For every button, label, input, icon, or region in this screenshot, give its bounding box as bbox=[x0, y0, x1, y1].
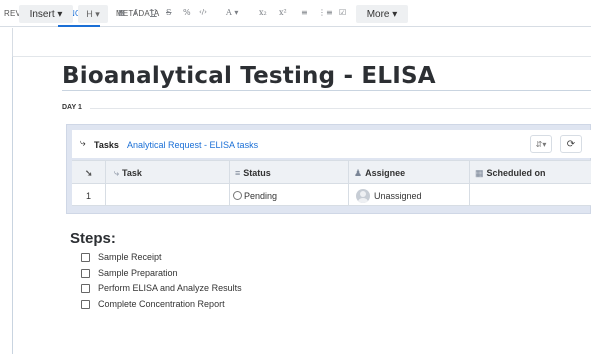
strikethrough-button[interactable]: S bbox=[166, 8, 171, 17]
checklist-item[interactable]: Sample Receipt bbox=[81, 252, 162, 262]
checklist-item[interactable]: Complete Concentration Report bbox=[81, 299, 225, 309]
calendar-icon: ▦ bbox=[475, 168, 484, 178]
checkbox[interactable] bbox=[81, 283, 90, 293]
task-link-icon: ⤷ bbox=[114, 168, 120, 178]
column-divider bbox=[348, 160, 349, 206]
insert-dropdown-button[interactable]: Insert ▾ bbox=[19, 5, 73, 23]
superscript-button[interactable]: x² bbox=[279, 8, 287, 17]
list-icon: ≡ bbox=[235, 168, 241, 178]
italic-button[interactable]: I bbox=[134, 8, 137, 17]
bold-button[interactable]: B bbox=[118, 8, 125, 18]
select-all-arrow-icon[interactable]: ➘ bbox=[85, 168, 93, 179]
checkbox[interactable] bbox=[81, 299, 90, 309]
section-label: DAY 1 bbox=[62, 104, 82, 111]
tasks-label: Tasks bbox=[94, 140, 119, 150]
checkbox[interactable] bbox=[81, 252, 90, 262]
assignee-cell[interactable]: Unassigned bbox=[374, 191, 422, 201]
editor-toolbar bbox=[12, 28, 591, 56]
avatar bbox=[356, 189, 370, 203]
column-header-task[interactable]: ⤷ Task bbox=[114, 168, 142, 179]
column-header-status[interactable]: ≡ Status bbox=[235, 168, 271, 178]
sort-options-button[interactable]: ⇵▾ bbox=[530, 135, 552, 153]
column-divider bbox=[229, 160, 230, 206]
subscript-button[interactable]: x₂ bbox=[259, 8, 267, 17]
numbered-list-icon[interactable]: ⋮≡ bbox=[318, 8, 333, 17]
code-icon[interactable]: ‹/› bbox=[199, 8, 207, 16]
row-index: 1 bbox=[86, 191, 92, 201]
active-tab-indicator bbox=[58, 25, 100, 27]
bullet-list-icon[interactable]: ≡ bbox=[301, 8, 308, 17]
column-header-scheduled-on[interactable]: ▦ Scheduled on bbox=[475, 168, 546, 179]
column-divider bbox=[469, 160, 470, 206]
column-divider bbox=[105, 160, 106, 206]
underline-button[interactable]: U bbox=[150, 8, 157, 17]
refresh-icon[interactable]: ⟳ bbox=[560, 135, 582, 153]
checklist-item[interactable]: Sample Preparation bbox=[81, 268, 178, 278]
checklist-item[interactable]: Perform ELISA and Analyze Results bbox=[81, 283, 242, 293]
heading-dropdown-button[interactable]: H ▾ bbox=[78, 5, 108, 23]
column-header-assignee[interactable]: ♟ Assignee bbox=[354, 168, 405, 179]
title-divider bbox=[62, 90, 591, 91]
more-dropdown-button[interactable]: More ▾ bbox=[356, 5, 408, 23]
status-cell[interactable]: Pending bbox=[233, 191, 277, 201]
checklist-icon[interactable]: ☑ bbox=[339, 8, 346, 17]
checkbox[interactable] bbox=[81, 268, 90, 278]
document-title[interactable]: Bioanalytical Testing - ELISA bbox=[62, 63, 436, 89]
task-link-icon: ⤷ bbox=[80, 138, 86, 149]
tasks-request-link[interactable]: Analytical Request - ELISA tasks bbox=[127, 140, 258, 150]
section-divider bbox=[90, 108, 591, 109]
font-color-dropdown[interactable]: A ▾ bbox=[226, 8, 238, 17]
person-icon: ♟ bbox=[354, 168, 363, 178]
pending-status-icon bbox=[233, 191, 242, 200]
steps-heading: Steps: bbox=[70, 230, 116, 247]
table-row[interactable] bbox=[72, 184, 591, 206]
link-icon[interactable]: % bbox=[183, 8, 191, 17]
